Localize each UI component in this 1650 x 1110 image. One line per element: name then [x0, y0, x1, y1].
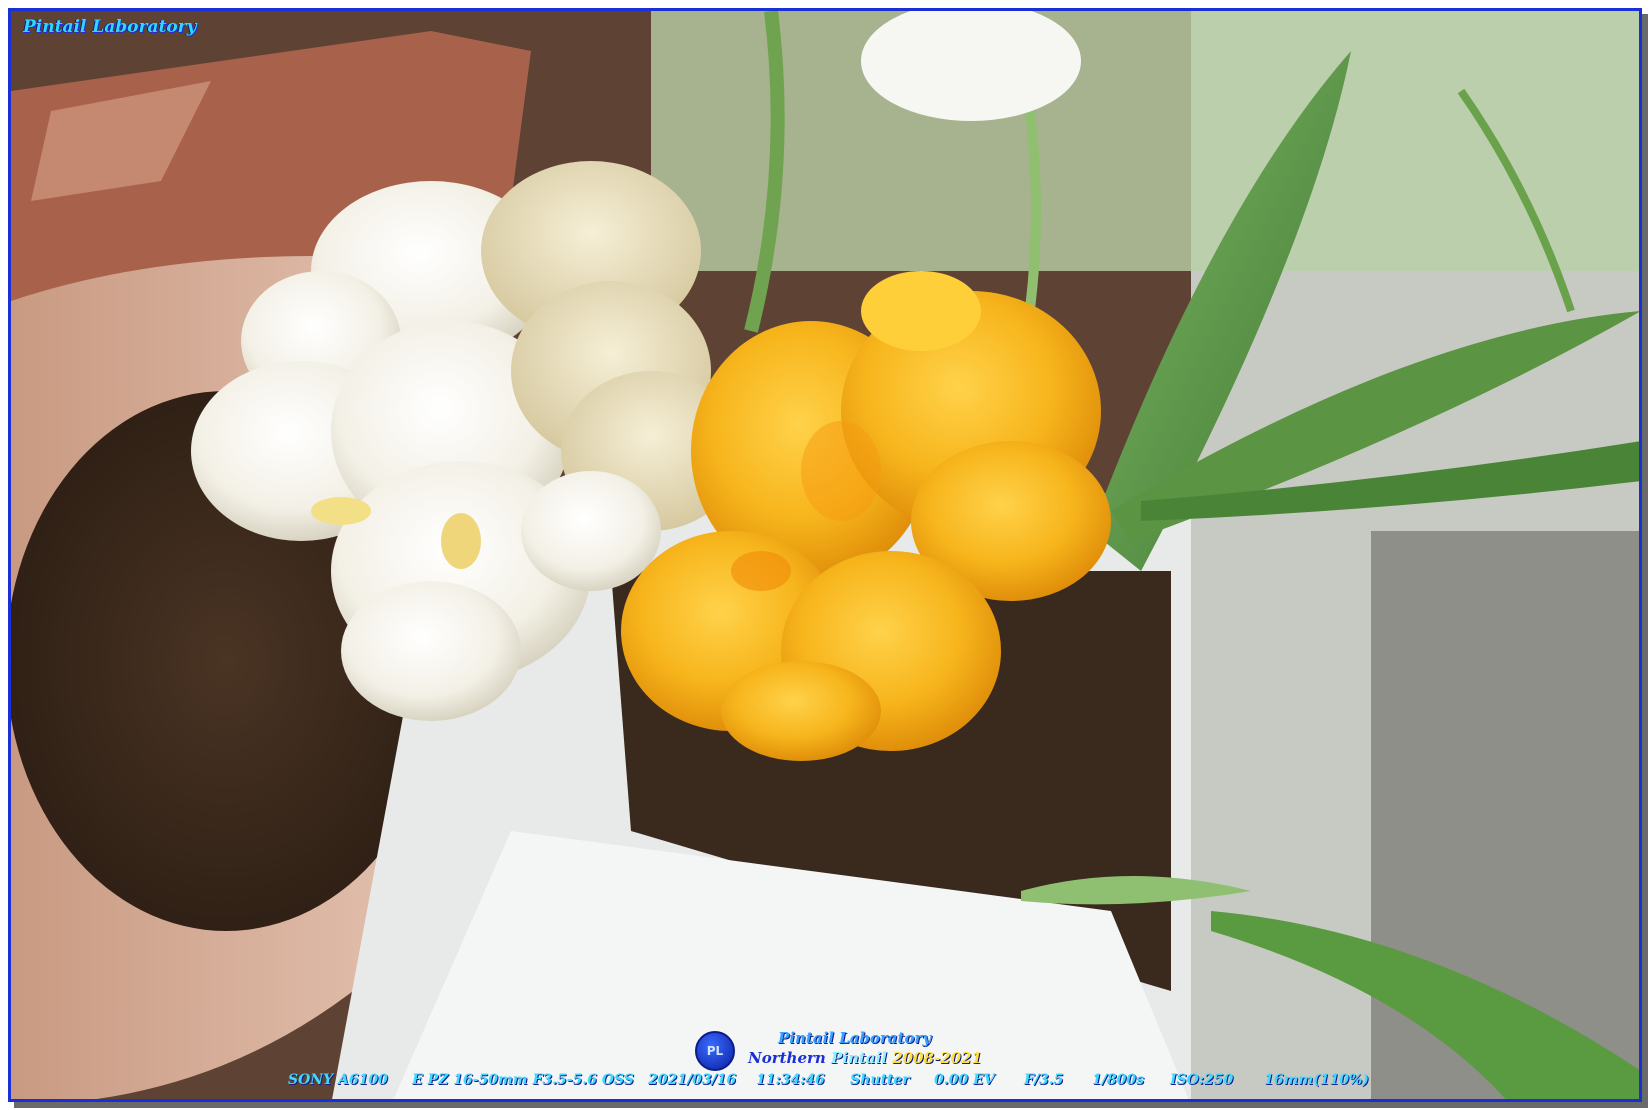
exif-focal: 16mm(110%) [1264, 1072, 1369, 1088]
exif-iso: ISO:250 [1170, 1072, 1234, 1088]
exif-time: 11:34:46 [756, 1072, 825, 1088]
credit-name: Pintail [831, 1049, 887, 1067]
credit-years: 2008-2021 [886, 1049, 982, 1067]
watermark-credit: Northern Pintail 2008-2021 [748, 1049, 982, 1067]
exif-exposure-comp: 0.00 EV [934, 1072, 995, 1088]
exif-date: 2021/03/16 [648, 1072, 737, 1088]
exif-shutter: 1/800s [1092, 1072, 1144, 1088]
exif-aperture: F/3.5 [1024, 1072, 1064, 1088]
photo-scene [11, 11, 1639, 1099]
exif-mode: Shutter [850, 1072, 910, 1088]
watermark-top-left: Pintail Laboratory [23, 17, 197, 37]
exif-lens: E PZ 16-50mm F3.5-5.6 OSS [412, 1072, 634, 1088]
photo-frame: Pintail Laboratory [8, 8, 1642, 1102]
exif-camera: SONY A6100 [288, 1072, 388, 1088]
lab-logo-icon: PL [695, 1031, 735, 1071]
credit-prefix: Northern [748, 1049, 832, 1067]
watermark-title: Pintail Laboratory [778, 1029, 932, 1047]
